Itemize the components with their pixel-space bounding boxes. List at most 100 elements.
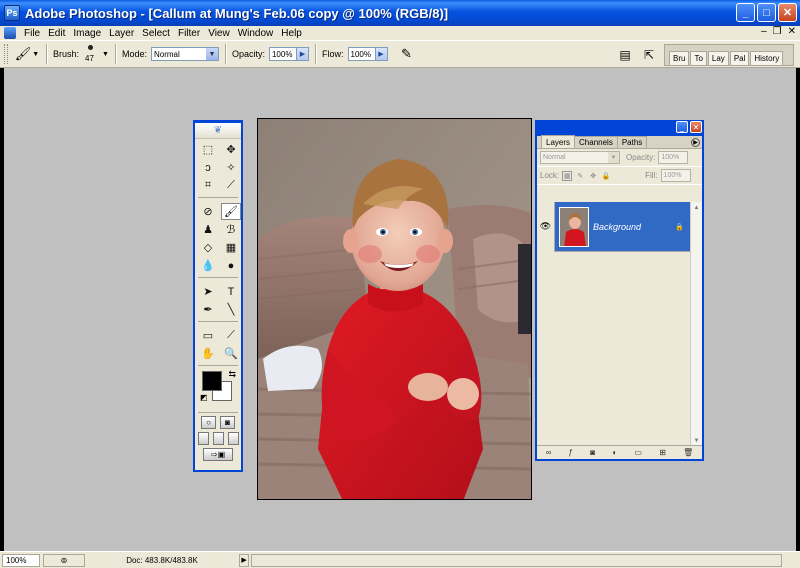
doc-restore-icon[interactable]: ❐	[773, 26, 782, 37]
magic-wand-tool[interactable]: ✧	[221, 159, 241, 176]
well-tab-brushes[interactable]: Bru	[669, 51, 690, 65]
eye-icon[interactable]: 👁	[537, 201, 555, 252]
layer-name[interactable]: Background	[593, 222, 675, 232]
trash-icon[interactable]: 🗑	[683, 448, 693, 457]
palette-menu-icon[interactable]: ▶	[691, 138, 700, 147]
tool-preset-picker[interactable]: 🖌 ▼	[14, 44, 40, 64]
healing-brush-tool[interactable]: ⊘	[198, 203, 218, 220]
line-icon: ╲	[227, 304, 235, 316]
minimize-button[interactable]: _	[736, 3, 755, 22]
history-brush-tool[interactable]: ℬ	[221, 221, 241, 238]
foreground-color-swatch[interactable]	[202, 371, 222, 391]
document-control-icon[interactable]	[4, 27, 16, 39]
photo-image	[258, 119, 531, 499]
photoshop-app-icon[interactable]: Ps	[4, 5, 20, 21]
dodge-tool[interactable]: ●	[221, 257, 241, 274]
well-tab-tool-presets[interactable]: To	[690, 51, 707, 65]
standard-screen-button[interactable]	[197, 432, 209, 445]
well-tab-paragraph[interactable]: Pal	[729, 51, 750, 65]
airbrush-toggle[interactable]: ✎	[396, 44, 418, 64]
layer-list-scrollbar[interactable]: ▲ ▼	[690, 202, 702, 447]
adjustment-layer-icon[interactable]: ◐	[612, 448, 617, 457]
clone-stamp-tool[interactable]: ♟	[198, 221, 218, 238]
eraser-tool[interactable]: ◇	[198, 239, 218, 256]
menu-help[interactable]: Help	[277, 28, 306, 39]
full-screen-button[interactable]	[227, 432, 239, 445]
tab-channels[interactable]: Channels	[574, 136, 618, 148]
zoom-field[interactable]: 100%	[2, 553, 40, 567]
opacity-slider-button[interactable]: ▶	[296, 47, 309, 61]
lock-image-icon[interactable]: ✎	[575, 171, 585, 181]
pen-tool[interactable]: ✒	[198, 301, 218, 318]
palette-close-button[interactable]: ✕	[690, 121, 702, 133]
layer-row-background[interactable]: 👁 Background 🔒	[537, 201, 690, 252]
link-layers-icon[interactable]: ∞	[546, 448, 552, 457]
options-bar-grip[interactable]	[4, 44, 8, 64]
default-colors-icon[interactable]: ◩	[200, 393, 208, 402]
flow-field[interactable]: 100%	[347, 47, 376, 61]
hand-tool[interactable]: ✋	[198, 345, 218, 362]
swap-colors-icon[interactable]: ⇆	[228, 369, 236, 380]
type-tool[interactable]: T	[221, 283, 241, 300]
close-button[interactable]: ✕	[778, 3, 797, 22]
lock-all-icon[interactable]: 🔒	[601, 171, 611, 181]
layer-opacity-field[interactable]: 100%	[658, 151, 689, 164]
mode-select[interactable]: Normal ▼	[150, 47, 219, 61]
scroll-track[interactable]	[691, 214, 702, 435]
file-browser-button[interactable]: ▤	[616, 46, 634, 64]
standard-mode-button[interactable]: ○	[201, 416, 216, 429]
brush-dropdown-icon[interactable]: ▼	[102, 51, 109, 58]
menu-select[interactable]: Select	[138, 28, 174, 39]
menu-window[interactable]: Window	[234, 28, 278, 39]
new-layer-icon[interactable]: ⊞	[659, 448, 666, 457]
crop-tool[interactable]: ⌗	[198, 177, 218, 194]
layer-style-icon[interactable]: ƒ	[569, 448, 573, 457]
menu-filter[interactable]: Filter	[174, 28, 204, 39]
tab-paths[interactable]: Paths	[616, 136, 648, 148]
maximize-button[interactable]: □	[757, 3, 776, 22]
status-menu-button[interactable]: ▶	[239, 553, 249, 567]
menu-file[interactable]: File	[20, 28, 44, 39]
well-tab-history[interactable]: History	[750, 51, 784, 65]
well-tab-layer-comps[interactable]: Lay	[707, 51, 729, 65]
layer-blend-mode-select[interactable]: Normal ▼	[540, 151, 620, 164]
line-tool[interactable]: ╲	[221, 301, 241, 318]
zoom-tool[interactable]: 🔍	[221, 345, 241, 362]
palette-minimize-button[interactable]: _	[676, 121, 688, 133]
opacity-field[interactable]: 100%	[268, 47, 297, 61]
chevron-down-icon: ▼	[32, 50, 40, 58]
image-ready-button[interactable]: ⇱	[640, 46, 658, 64]
lock-transparency-icon[interactable]: ▦	[562, 170, 573, 181]
menu-layer[interactable]: Layer	[105, 28, 138, 39]
lock-position-icon[interactable]: ✥	[588, 171, 598, 181]
toolbox-header[interactable]: ❦	[195, 123, 241, 139]
new-group-icon[interactable]: ▭	[634, 448, 642, 457]
status-info-button[interactable]: ⊚	[43, 553, 85, 567]
gradient-tool[interactable]: ▦	[221, 239, 241, 256]
brush-picker[interactable]: 47	[83, 43, 99, 65]
document-canvas[interactable]	[257, 118, 532, 500]
menu-view[interactable]: View	[204, 28, 234, 39]
scroll-up-icon[interactable]: ▲	[691, 202, 702, 214]
doc-close-icon[interactable]: ✕	[788, 26, 796, 37]
brush-label: Brush:	[53, 49, 80, 59]
add-mask-icon[interactable]: ◙	[590, 448, 595, 457]
fill-field[interactable]: 100%	[660, 169, 691, 182]
doc-minimize-icon[interactable]: –	[761, 26, 767, 37]
path-selection-tool[interactable]: ➤	[198, 283, 218, 300]
jump-to-imageready-button[interactable]: ⇨▣	[203, 448, 233, 461]
lasso-tool[interactable]: ↄ	[198, 159, 218, 176]
slice-tool[interactable]: ⟋	[221, 177, 241, 194]
full-screen-menu-button[interactable]	[212, 432, 224, 445]
eyedropper-tool[interactable]: ⟋	[221, 327, 241, 344]
blur-tool[interactable]: 💧	[198, 257, 218, 274]
marquee-tool[interactable]: ⬚	[198, 141, 218, 158]
quick-mask-button[interactable]: ◙	[220, 416, 235, 429]
menu-image[interactable]: Image	[69, 28, 105, 39]
flow-slider-button[interactable]: ▶	[375, 47, 388, 61]
notes-tool[interactable]: ▭	[198, 327, 218, 344]
brush-tool[interactable]: 🖌	[221, 203, 241, 220]
menu-edit[interactable]: Edit	[44, 28, 69, 39]
tab-layers[interactable]: Layers	[541, 135, 576, 148]
move-tool[interactable]: ✥	[221, 141, 241, 158]
